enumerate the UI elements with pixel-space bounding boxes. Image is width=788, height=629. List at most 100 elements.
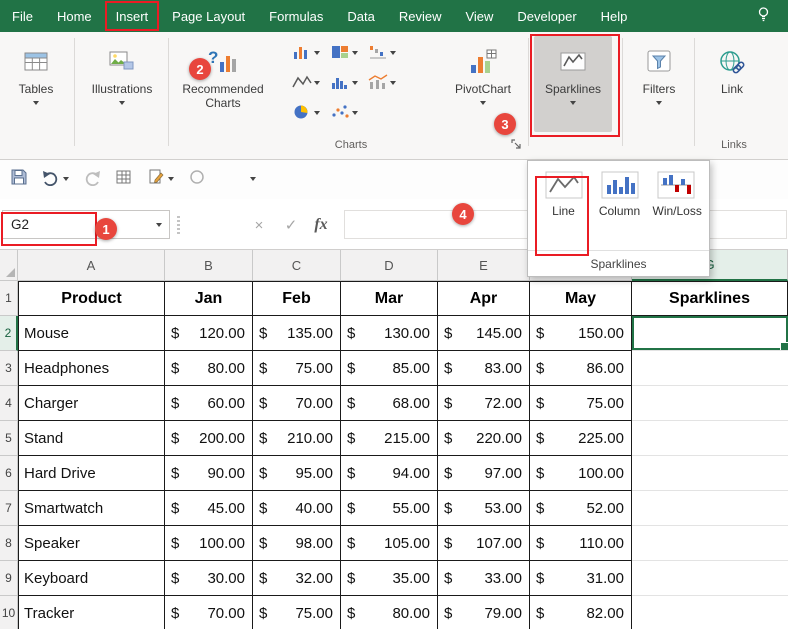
row-header-10[interactable]: 10 [0,596,18,629]
cell-F2[interactable]: $150.00 [530,316,632,351]
cell-A8[interactable]: Speaker [18,526,165,561]
column-header-C[interactable]: C [253,250,341,281]
row-header-2[interactable]: 2 [0,316,18,351]
row-header-5[interactable]: 5 [0,421,18,456]
redo-button[interactable] [83,168,101,191]
cell-F1[interactable]: May [530,281,632,316]
cell-C2[interactable]: $135.00 [253,316,341,351]
cell-G10[interactable] [632,596,788,629]
cell-C4[interactable]: $70.00 [253,386,341,421]
cell-D5[interactable]: $215.00 [341,421,438,456]
tab-page-layout[interactable]: Page Layout [160,0,257,32]
cell-B9[interactable]: $30.00 [165,561,253,596]
cell-F10[interactable]: $82.00 [530,596,632,629]
cell-B7[interactable]: $45.00 [165,491,253,526]
cell-G6[interactable] [632,456,788,491]
select-all-corner[interactable] [0,250,18,281]
grid-view-button[interactable] [115,168,133,191]
cell-D6[interactable]: $94.00 [341,456,438,491]
column-header-E[interactable]: E [438,250,530,281]
cell-C6[interactable]: $95.00 [253,456,341,491]
formula-bar-grip[interactable] [177,216,180,234]
tab-data[interactable]: Data [335,0,386,32]
cell-G8[interactable] [632,526,788,561]
cell-D2[interactable]: $130.00 [341,316,438,351]
cell-B8[interactable]: $100.00 [165,526,253,561]
insert-hierarchy-chart-button[interactable] [330,40,362,66]
cell-F4[interactable]: $75.00 [530,386,632,421]
cell-D7[interactable]: $55.00 [341,491,438,526]
record-macro-button[interactable] [188,168,206,191]
column-header-D[interactable]: D [341,250,438,281]
link-button[interactable]: Link [702,36,762,136]
cell-B3[interactable]: $80.00 [165,351,253,386]
cell-A1[interactable]: Product [18,281,165,316]
cell-E9[interactable]: $33.00 [438,561,530,596]
cell-F5[interactable]: $225.00 [530,421,632,456]
tab-help[interactable]: Help [589,0,640,32]
cell-F3[interactable]: $86.00 [530,351,632,386]
row-header-9[interactable]: 9 [0,561,18,596]
cell-G3[interactable] [632,351,788,386]
cell-C1[interactable]: Feb [253,281,341,316]
row-header-1[interactable]: 1 [0,281,18,316]
column-header-B[interactable]: B [165,250,253,281]
tab-insert[interactable]: Insert [104,0,161,32]
cell-A2[interactable]: Mouse [18,316,165,351]
cell-E4[interactable]: $72.00 [438,386,530,421]
cell-G7[interactable] [632,491,788,526]
insert-combo-chart-button[interactable] [368,70,400,96]
edit-document-button[interactable] [147,168,174,191]
cell-G5[interactable] [632,421,788,456]
cell-B2[interactable]: $120.00 [165,316,253,351]
cell-E10[interactable]: $79.00 [438,596,530,629]
cell-D10[interactable]: $80.00 [341,596,438,629]
insert-line-chart-button[interactable] [292,70,324,96]
sparkline-column-option[interactable]: Column [593,171,646,218]
cell-C9[interactable]: $32.00 [253,561,341,596]
cell-A7[interactable]: Smartwatch [18,491,165,526]
insert-statistic-chart-button[interactable] [330,70,362,96]
insert-waterfall-chart-button[interactable] [368,40,400,66]
cell-A9[interactable]: Keyboard [18,561,165,596]
cell-A5[interactable]: Stand [18,421,165,456]
insert-function-button[interactable]: fx [308,212,334,238]
cancel-button[interactable]: × [246,212,272,238]
cell-E2[interactable]: $145.00 [438,316,530,351]
cell-A3[interactable]: Headphones [18,351,165,386]
cell-D1[interactable]: Mar [341,281,438,316]
tab-file[interactable]: File [0,0,45,32]
tab-developer[interactable]: Developer [505,0,588,32]
tables-button[interactable]: Tables [2,36,70,136]
tell-me-button[interactable] [755,0,788,32]
charts-dialog-launcher[interactable] [510,138,524,152]
insert-column-chart-button[interactable] [292,40,324,66]
sparkline-line-option[interactable]: Line [537,171,590,218]
cell-B10[interactable]: $70.00 [165,596,253,629]
cell-A6[interactable]: Hard Drive [18,456,165,491]
illustrations-button[interactable]: Illustrations [78,36,166,136]
cell-D9[interactable]: $35.00 [341,561,438,596]
row-header-6[interactable]: 6 [0,456,18,491]
cell-F8[interactable]: $110.00 [530,526,632,561]
filters-button[interactable]: Filters [628,36,690,136]
cell-G2[interactable] [632,316,788,351]
cell-F6[interactable]: $100.00 [530,456,632,491]
row-header-3[interactable]: 3 [0,351,18,386]
cell-E8[interactable]: $107.00 [438,526,530,561]
tab-formulas[interactable]: Formulas [257,0,335,32]
cell-E5[interactable]: $220.00 [438,421,530,456]
tab-view[interactable]: View [453,0,505,32]
cell-B6[interactable]: $90.00 [165,456,253,491]
cell-E3[interactable]: $83.00 [438,351,530,386]
cell-B5[interactable]: $200.00 [165,421,253,456]
cell-B4[interactable]: $60.00 [165,386,253,421]
cell-G1[interactable]: Sparklines [632,281,788,316]
cell-D8[interactable]: $105.00 [341,526,438,561]
customize-qat-button[interactable] [250,177,256,181]
cell-B1[interactable]: Jan [165,281,253,316]
sparkline-winloss-option[interactable]: Win/Loss [649,171,702,218]
row-header-4[interactable]: 4 [0,386,18,421]
cell-D4[interactable]: $68.00 [341,386,438,421]
cell-E1[interactable]: Apr [438,281,530,316]
